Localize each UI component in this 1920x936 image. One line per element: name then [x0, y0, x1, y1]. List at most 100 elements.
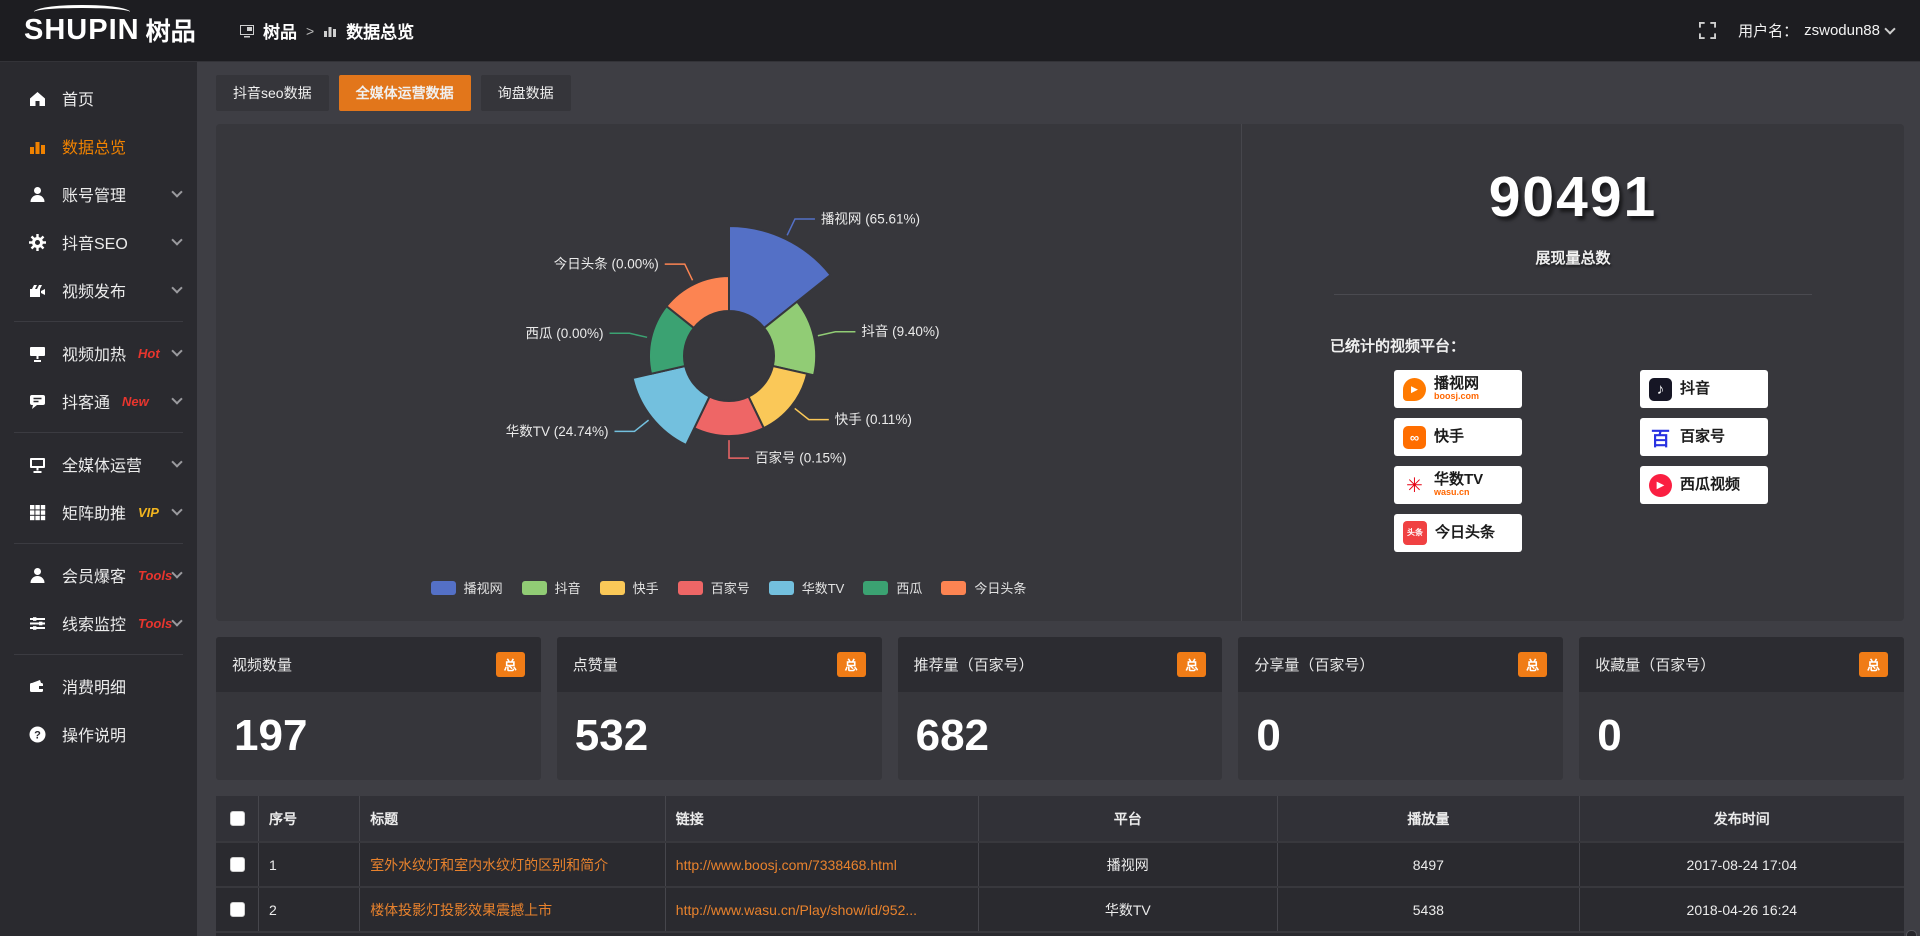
cell-url-link[interactable]: http://www.wasu.cn/Play/show/id/952...	[665, 887, 978, 932]
platform-badge-douyin: ♪ 抖音	[1640, 370, 1768, 408]
total-badge[interactable]: 总	[837, 652, 866, 677]
label-leader-line	[794, 408, 828, 419]
tab-all-media[interactable]: 全媒体运营数据	[339, 75, 471, 111]
select-all-checkbox[interactable]	[230, 811, 245, 826]
sidebar-item-label: 视频加热	[62, 341, 126, 365]
total-badge[interactable]: 总	[1518, 652, 1547, 677]
cell-title-link[interactable]: 室外水纹灯和室内水纹灯的区别和简介	[360, 842, 666, 887]
row-checkbox[interactable]	[230, 902, 245, 917]
legend-item-播视网[interactable]: 播视网	[431, 578, 503, 597]
sidebar-item-badge: Tools	[138, 616, 172, 631]
legend-swatch	[769, 581, 794, 595]
fullscreen-icon[interactable]	[1699, 22, 1716, 39]
stat-label: 收藏量（百家号）	[1595, 654, 1715, 675]
sidebar-item-2[interactable]: 账号管理	[0, 170, 197, 218]
tab-inquiry[interactable]: 询盘数据	[481, 75, 571, 111]
cell-time: 2017-08-24 17:04	[1579, 842, 1904, 887]
sidebar-item-12[interactable]: ?操作说明	[0, 710, 197, 758]
label-leader-line	[787, 219, 815, 235]
platform-name: 快手	[1434, 429, 1464, 445]
chevron-down-icon	[171, 567, 182, 578]
chevron-down-icon	[1884, 23, 1895, 34]
total-badge[interactable]: 总	[1859, 652, 1888, 677]
logo-text-cn: 树品	[146, 20, 196, 45]
pie-slice-华数TV[interactable]	[632, 366, 709, 445]
question-circle-icon: ?	[28, 725, 47, 744]
stat-value: 0	[1579, 692, 1904, 780]
legend-label: 百家号	[711, 578, 750, 597]
summary-divider	[1334, 294, 1812, 295]
total-badge[interactable]: 总	[496, 652, 525, 677]
col-no: 序号	[259, 796, 360, 842]
sidebar-item-7[interactable]: 全媒体运营	[0, 440, 197, 488]
sidebar-item-0[interactable]: 首页	[0, 74, 197, 122]
pie-label: 播视网 (65.61%)	[820, 212, 919, 227]
legend-item-华数TV[interactable]: 华数TV	[769, 578, 845, 597]
platforms-col-2: ♪ 抖音 百 百家号 ▶ 西瓜视频	[1640, 370, 1768, 552]
stat-value: 0	[1238, 692, 1563, 780]
stat-card-recommends: 推荐量（百家号）总 682	[898, 637, 1223, 780]
kuaishou-logo-icon: ∞	[1403, 426, 1426, 449]
legend-swatch	[941, 581, 966, 595]
cell-url-link[interactable]: http://www.boosj.com/7338468.html	[665, 842, 978, 887]
summary-section: 90491 展现量总数 已统计的视频平台： ▶ 播视网boosj.com ∞	[1242, 124, 1904, 621]
tab-douyin-seo[interactable]: 抖音seo数据	[216, 75, 329, 111]
main-content: 抖音seo数据 全媒体运营数据 询盘数据 播视网 (65.61%) 抖音 (9.4…	[197, 62, 1920, 936]
legend-item-今日头条[interactable]: 今日头条	[941, 578, 1026, 597]
total-badge[interactable]: 总	[1177, 652, 1206, 677]
sidebar-item-3[interactable]: 抖音SEO	[0, 218, 197, 266]
platforms-col-1: ▶ 播视网boosj.com ∞ 快手 ✳ 华数TVwasu.cn	[1394, 370, 1522, 552]
videos-table: 序号 标题 链接 平台 播放量 发布时间 1 室外水纹灯和室内水纹灯的区别和简	[216, 796, 1904, 936]
legend-swatch	[678, 581, 703, 595]
label-leader-line	[664, 264, 692, 280]
sidebar-item-10[interactable]: 线索监控Tools	[0, 599, 197, 647]
svg-text:?: ?	[34, 729, 41, 741]
cell-platform: 华数TV	[978, 887, 1278, 932]
platform-name: 播视网	[1434, 376, 1479, 392]
platform-name: 百家号	[1680, 429, 1725, 445]
pie-label: 抖音 (9.40%)	[861, 323, 939, 339]
toutiao-logo-icon: 头条	[1403, 521, 1427, 545]
floating-widget[interactable]	[1906, 930, 1917, 936]
sidebar-item-4[interactable]: 视频发布	[0, 266, 197, 314]
label-leader-line	[729, 440, 749, 458]
screen-icon	[240, 24, 254, 38]
chevron-down-icon	[171, 345, 182, 356]
cell-title-link[interactable]: 楼体投影灯投影效果震撼上市	[360, 887, 666, 932]
legend-item-百家号[interactable]: 百家号	[678, 578, 750, 597]
platform-name: 华数TV	[1434, 472, 1483, 488]
wasu-logo-icon: ✳	[1403, 474, 1426, 497]
row-checkbox[interactable]	[230, 857, 245, 872]
col-time: 发布时间	[1579, 796, 1904, 842]
data-tabs: 抖音seo数据 全媒体运营数据 询盘数据	[216, 75, 1904, 111]
sidebar-item-label: 视频发布	[62, 278, 126, 302]
sidebar-item-8[interactable]: 矩阵助推VIP	[0, 488, 197, 536]
sidebar-item-6[interactable]: 抖客通New	[0, 377, 197, 425]
user-menu[interactable]: 用户名： zswodun88	[1738, 20, 1894, 41]
legend-item-快手[interactable]: 快手	[600, 578, 659, 597]
impressions-total: 90491	[1242, 164, 1904, 230]
breadcrumb-current: 数据总览	[346, 18, 414, 43]
legend-item-西瓜[interactable]: 西瓜	[863, 578, 922, 597]
sidebar-item-11[interactable]: 消费明细	[0, 662, 197, 710]
sidebar-item-label: 首页	[62, 86, 94, 110]
legend-item-抖音[interactable]: 抖音	[522, 578, 581, 597]
sidebar-divider	[14, 654, 183, 655]
cell-no: 1	[259, 842, 360, 887]
sliders-icon	[28, 614, 47, 633]
breadcrumb-root[interactable]: 树品	[263, 18, 297, 43]
sidebar-item-label: 会员爆客	[62, 563, 126, 587]
sidebar-item-1[interactable]: 数据总览	[0, 122, 197, 170]
breadcrumb: 树品 > 数据总览	[240, 18, 414, 43]
pie-slice-播视网[interactable]	[729, 226, 831, 328]
col-platform: 平台	[978, 796, 1278, 842]
sidebar-item-5[interactable]: 视频加热Hot	[0, 329, 197, 377]
logo-text-en: SHUPIN	[24, 16, 140, 45]
sidebar-divider	[14, 432, 183, 433]
grid-icon	[28, 503, 47, 522]
rose-pie-chart[interactable]: 播视网 (65.61%)抖音 (9.40%)快手 (0.11%)百家号 (0.1…	[379, 148, 1079, 576]
platform-badge-boosj: ▶ 播视网boosj.com	[1394, 370, 1522, 408]
cell-no: 2	[259, 887, 360, 932]
platform-name: 今日头条	[1435, 525, 1495, 541]
sidebar-item-9[interactable]: 会员爆客Tools	[0, 551, 197, 599]
